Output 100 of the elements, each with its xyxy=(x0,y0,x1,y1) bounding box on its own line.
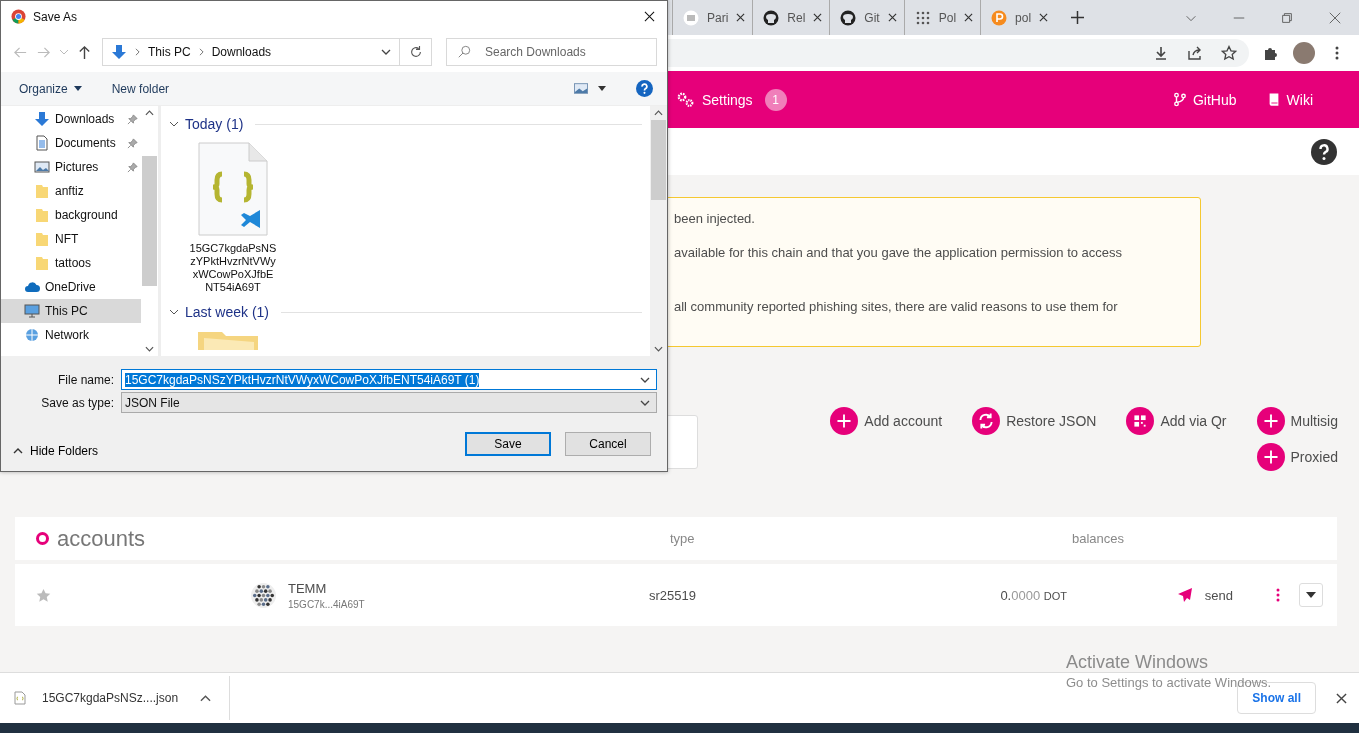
expand-button[interactable] xyxy=(1299,583,1323,607)
file-name-field[interactable]: 15GC7kgdaPsNSzYPktHvzrNtVWyxWCowPoXJfbENT54iA69T (1) xyxy=(121,369,657,390)
chevron-icon xyxy=(13,448,23,454)
nav-item[interactable]: Downloads xyxy=(1,107,141,131)
chevron-icon[interactable] xyxy=(640,376,650,383)
globe-icon xyxy=(24,327,40,343)
share-icon[interactable] xyxy=(1187,45,1203,61)
nav-item[interactable]: anftiz xyxy=(1,179,141,203)
nav-item[interactable]: Network xyxy=(1,323,141,347)
account-name: TEMM xyxy=(288,580,328,596)
nav-item[interactable]: NFT xyxy=(1,227,141,251)
action-button[interactable]: Add account xyxy=(830,407,943,435)
scrollbar[interactable] xyxy=(650,106,667,356)
nav-item[interactable]: This PC xyxy=(1,299,141,323)
caret-icon xyxy=(1306,592,1316,598)
close-icon[interactable] xyxy=(813,13,823,22)
dialog-button[interactable]: Cancel xyxy=(565,432,651,456)
chevron-icon[interactable] xyxy=(169,121,179,127)
search-field[interactable]: Search Downloads xyxy=(446,38,657,66)
nav-item[interactable]: background xyxy=(1,203,141,227)
chevron-icon xyxy=(198,48,204,56)
plus-icon xyxy=(1256,407,1285,435)
scroll-up-icon[interactable] xyxy=(654,110,663,116)
activation-notice-title: Activate Windows xyxy=(1066,652,1210,673)
nav-item[interactable]: OneDrive xyxy=(1,275,141,299)
nav-item[interactable]: Documents xyxy=(1,131,141,155)
help-icon[interactable] xyxy=(1311,138,1337,165)
close-icon[interactable] xyxy=(736,13,746,22)
action-button[interactable]: Add via Qr xyxy=(1126,407,1227,435)
scroll-down-icon[interactable] xyxy=(145,346,154,352)
close-icon[interactable] xyxy=(1039,13,1049,22)
folder-icon xyxy=(34,207,50,223)
settings-icon xyxy=(677,91,695,108)
table-cell: sr25519 xyxy=(649,587,696,603)
column-header: type xyxy=(670,531,695,546)
scroll-down-icon[interactable] xyxy=(654,346,663,352)
address-field[interactable]: This PC Downloads xyxy=(102,38,400,66)
close-icon[interactable] xyxy=(644,11,655,22)
caret-icon xyxy=(73,86,82,91)
file-type-dropdown[interactable]: JSON File xyxy=(121,392,657,413)
send-button[interactable]: send xyxy=(1170,586,1239,604)
close-icon[interactable] xyxy=(964,13,974,22)
up-arrow-icon[interactable] xyxy=(77,44,92,60)
group-header[interactable]: Today (1) xyxy=(185,116,244,132)
action-button[interactable]: Restore JSON xyxy=(972,407,1097,435)
cloud-icon xyxy=(24,279,40,295)
field-label: Save as type: xyxy=(40,395,115,410)
plus-icon xyxy=(830,407,859,435)
download-item[interactable]: 15GC7kgdaPsNSz....json xyxy=(42,691,179,705)
star-icon[interactable] xyxy=(1221,45,1237,61)
dialog-button[interactable]: Save xyxy=(465,432,551,456)
hide-folders-button[interactable]: Hide Folders xyxy=(13,444,99,458)
close-icon[interactable] xyxy=(887,13,897,22)
organize-menu[interactable]: Organize xyxy=(11,78,90,99)
avatar[interactable] xyxy=(1293,42,1315,64)
breadcrumb[interactable]: Downloads xyxy=(211,45,272,59)
coin-icon xyxy=(991,9,1008,26)
new-folder-button[interactable]: New folder xyxy=(103,78,178,99)
chevron-icon[interactable] xyxy=(381,49,391,55)
github-link[interactable]: GitHub xyxy=(1193,91,1237,108)
scroll-up-icon[interactable] xyxy=(145,110,154,116)
more-icon[interactable] xyxy=(1275,587,1281,603)
settings-link[interactable]: Settings xyxy=(702,91,753,108)
group-header[interactable]: Last week (1) xyxy=(185,304,270,320)
caret-icon[interactable] xyxy=(200,694,212,702)
nav-item[interactable]: tattoos xyxy=(1,251,141,275)
page-icon xyxy=(683,9,699,26)
help-icon[interactable] xyxy=(636,80,653,97)
qr-code-icon xyxy=(1126,407,1155,435)
view-options-icon[interactable] xyxy=(574,83,588,94)
restore-icon[interactable] xyxy=(1280,10,1294,25)
breadcrumb[interactable]: This PC xyxy=(148,45,191,59)
balance-amount: 0.0000 DOT xyxy=(1000,587,1067,603)
caret-icon[interactable] xyxy=(598,86,606,91)
computer-icon xyxy=(24,303,40,319)
refresh-button[interactable] xyxy=(400,38,432,66)
chevron-icon[interactable] xyxy=(640,399,650,406)
pin-icon[interactable] xyxy=(127,113,138,125)
download-icon[interactable] xyxy=(1153,45,1169,61)
chevron-icon[interactable] xyxy=(169,309,179,315)
chevron-icon xyxy=(135,48,140,56)
branch-icon xyxy=(1173,92,1187,107)
download-icon xyxy=(111,44,127,60)
puzzle-icon[interactable] xyxy=(1263,45,1279,61)
new-tab-icon[interactable] xyxy=(1071,11,1085,24)
column-header: balances xyxy=(1072,531,1125,546)
close-icon[interactable] xyxy=(1336,692,1347,704)
nav-item[interactable]: Pictures xyxy=(1,155,141,179)
field-label: File name: xyxy=(56,372,115,387)
pin-icon[interactable] xyxy=(127,137,138,149)
star-icon[interactable] xyxy=(36,587,51,603)
action-button[interactable]: Proxied xyxy=(1256,443,1338,471)
warning-text: available for this chain and that you gave the application permission to access xyxy=(674,245,1124,261)
dialog-title: Save As xyxy=(33,9,78,24)
wiki-link[interactable]: Wiki xyxy=(1286,91,1313,108)
folder-icon xyxy=(34,231,50,247)
file-name[interactable]: 15GC7kgdaPsNSzYPktHvzrNtVWyxWCowPoXJfbENT54iA69T xyxy=(189,242,277,294)
json-file-icon[interactable] xyxy=(198,142,268,236)
pin-icon[interactable] xyxy=(127,161,138,173)
action-button[interactable]: Multisig xyxy=(1256,407,1338,435)
